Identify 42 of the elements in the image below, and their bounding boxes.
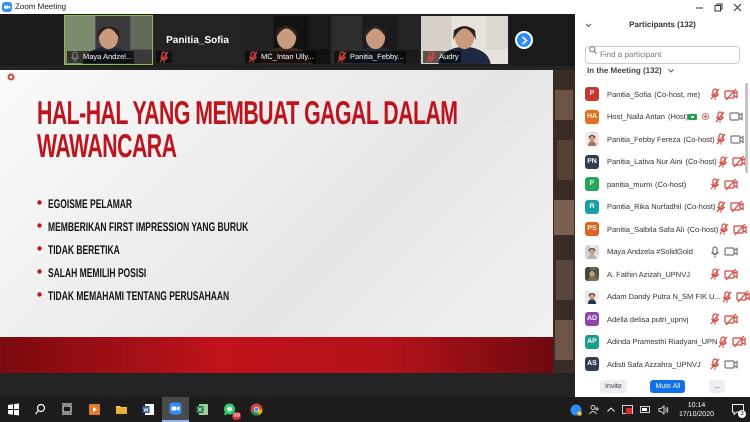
browser-icon	[250, 403, 263, 416]
search-field[interactable]: Find a participant	[585, 46, 740, 64]
chevron-down-icon[interactable]	[668, 69, 674, 73]
spreadsheet-icon	[196, 403, 209, 416]
taskbar-app-button[interactable]	[162, 397, 189, 422]
scrollbar[interactable]	[745, 83, 748, 173]
close-icon[interactable]	[733, 2, 742, 12]
help-icon[interactable]	[570, 404, 582, 416]
slide-title: HAL-HAL YANG MEMBUAT GAGAL DALAM WAWANCARA	[37, 96, 458, 162]
task-view-icon	[61, 403, 74, 416]
section-header: In the Meeting (132)	[587, 65, 662, 77]
participant-name: Panitia_Sofia	[166, 34, 229, 48]
bullet-text: SALAH MEMILIH POSISI	[48, 265, 146, 281]
network-icon[interactable]	[622, 404, 633, 415]
bullet-icon	[37, 222, 42, 228]
bullet-icon	[37, 246, 42, 250]
next-page-button[interactable]	[515, 31, 533, 49]
search-icon	[589, 46, 597, 54]
speaker-icon[interactable]	[658, 404, 669, 414]
battery-icon[interactable]	[640, 406, 651, 413]
bullet-text: TIDAK BERETIKA	[48, 242, 120, 258]
bullet-icon	[37, 292, 42, 296]
bullet-text: TIDAK MEMAHAMI TENTANG PERUSAHAAN	[48, 288, 230, 304]
folder-icon	[115, 403, 128, 416]
collapse-chevron-icon[interactable]	[585, 23, 592, 28]
bullet-icon	[37, 200, 42, 204]
panel-title: Participants (132)	[629, 19, 696, 31]
media-player-icon	[88, 403, 101, 416]
search-icon	[34, 403, 47, 416]
message-icon	[732, 404, 744, 415]
bullet-icon	[37, 268, 42, 274]
bullet-text: EGOISME PELAMAR	[48, 196, 132, 212]
restore-icon[interactable]	[714, 2, 723, 12]
window-title: Zoom Meeting	[15, 1, 66, 13]
bullet-text: MEMBERIKAN FIRST IMPRESSION YANG BURUK	[48, 219, 248, 235]
chevron-up-icon[interactable]	[606, 407, 615, 412]
chevron-right-icon	[520, 36, 528, 44]
video-camera-icon	[169, 402, 182, 415]
windows-logo-icon	[7, 403, 20, 416]
status-dot-icon	[7, 73, 15, 81]
people-icon[interactable]	[588, 404, 600, 415]
word-icon	[142, 403, 155, 416]
